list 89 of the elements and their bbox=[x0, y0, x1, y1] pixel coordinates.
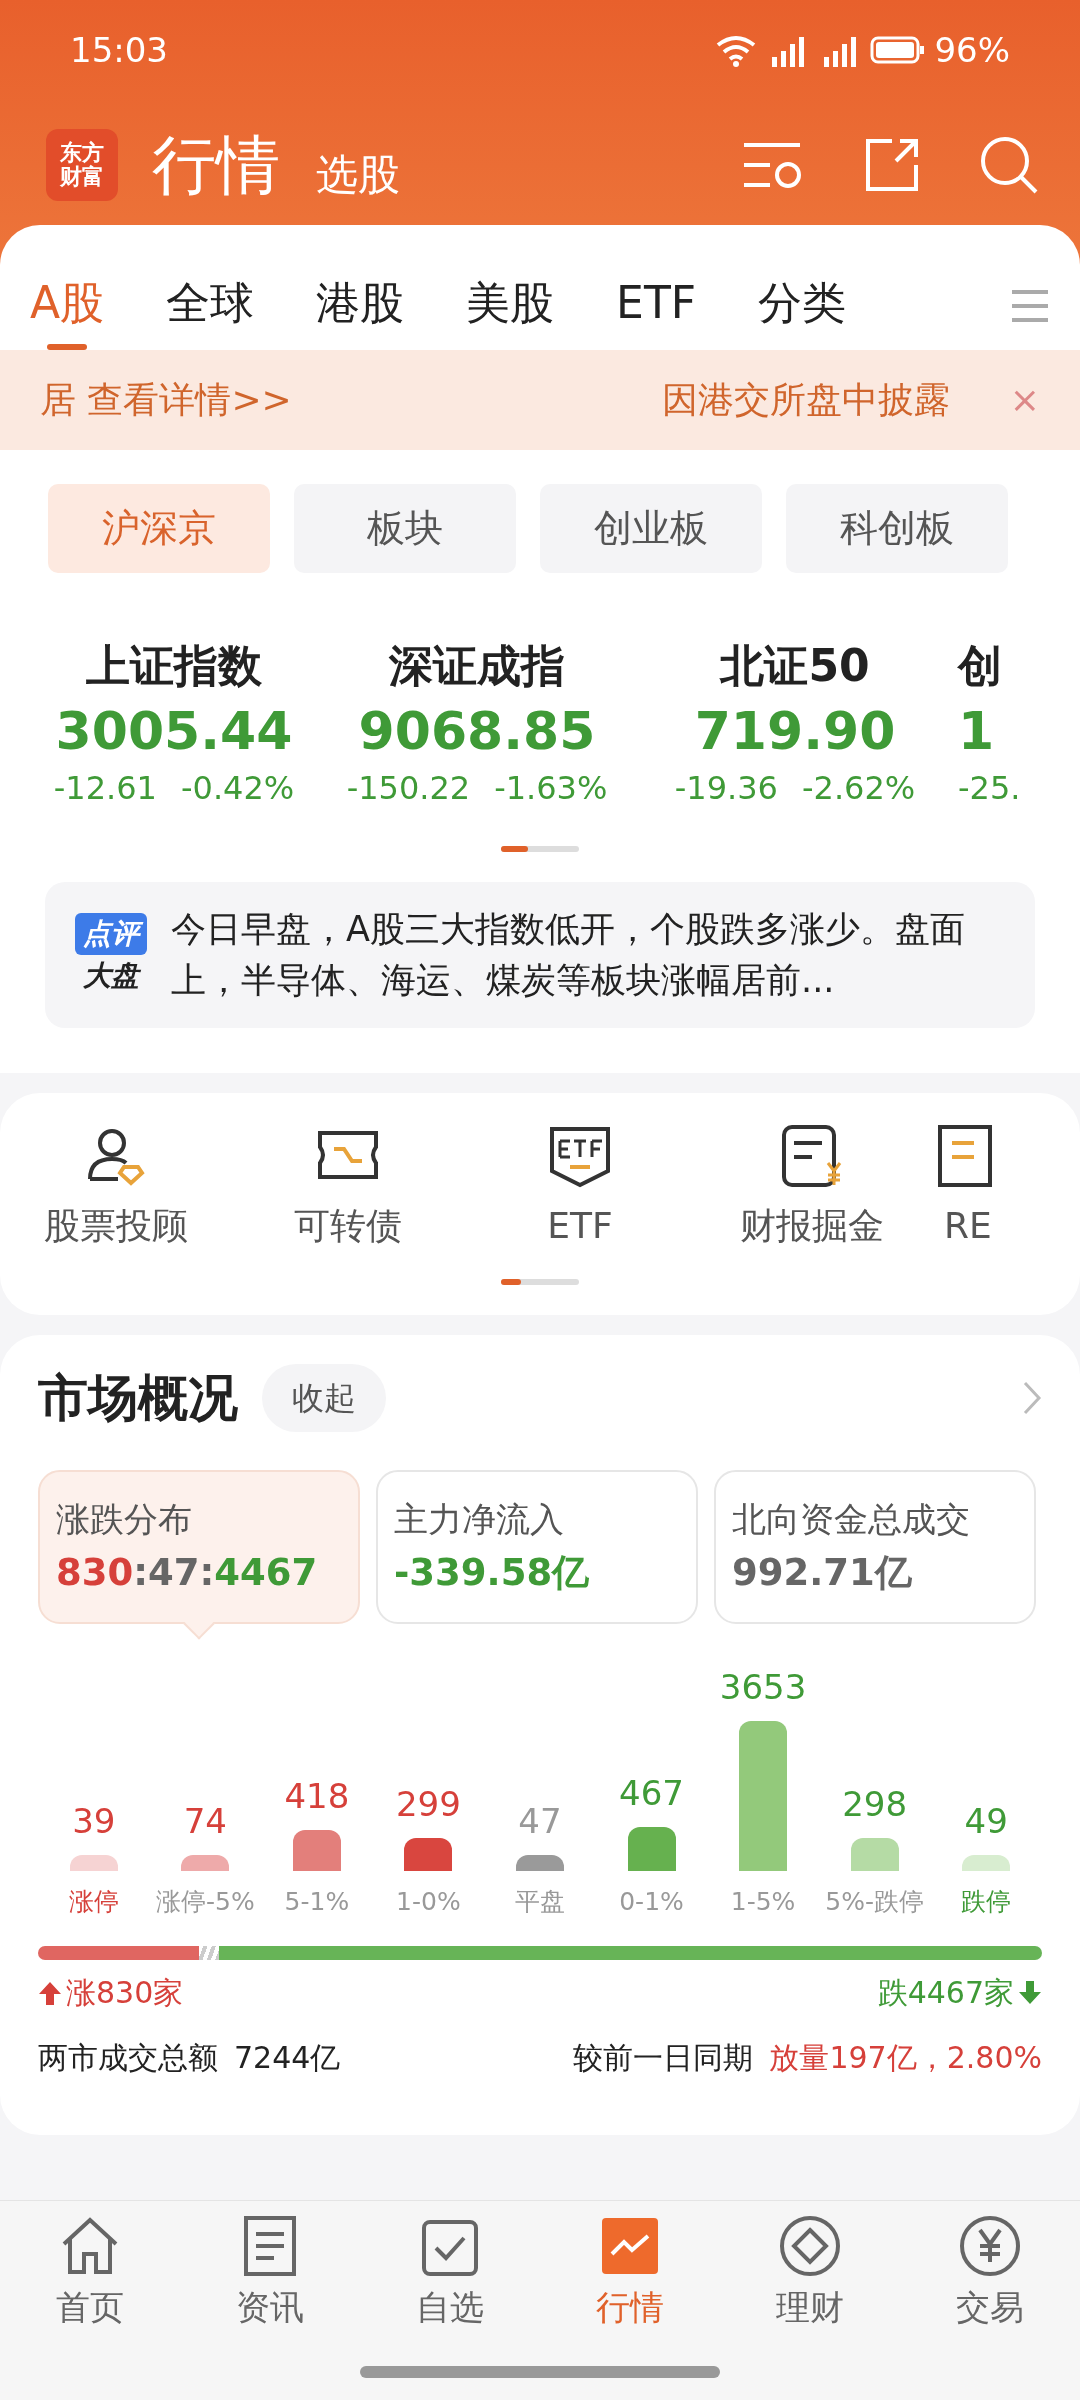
index-name: 创 bbox=[958, 639, 1003, 693]
shortcut-item[interactable]: ETF bbox=[464, 1122, 696, 1253]
stat-card[interactable]: 北向资金总成交 992.71亿 bbox=[714, 1469, 1036, 1624]
stat-value: -339.58亿 bbox=[394, 1549, 591, 1596]
chevron-right-icon[interactable] bbox=[1022, 1380, 1042, 1416]
nav-tab[interactable]: 交易 bbox=[900, 2213, 1080, 2400]
index-value: 9068.85 bbox=[357, 700, 597, 763]
index-value: 3005.44 bbox=[54, 700, 294, 763]
shortcut-item[interactable]: RE bbox=[928, 1122, 1008, 1253]
count-label: 418 bbox=[284, 1774, 350, 1818]
section-title: 市场概况 bbox=[38, 1367, 238, 1429]
range-label: 1-0% bbox=[396, 1885, 461, 1918]
market-tab[interactable]: A股 bbox=[30, 270, 105, 350]
count-label: 74 bbox=[183, 1799, 227, 1843]
comment-text: 今日早盘，A股三大指数低开，个股跌多涨少。盘面上，半导体、海运、煤炭等板块涨幅居前... bbox=[171, 908, 966, 1002]
rise-count: 涨830家 bbox=[66, 1974, 184, 2012]
turnover-label: 两市成交总额 bbox=[38, 2039, 218, 2077]
market-tab[interactable]: 美股 bbox=[466, 270, 555, 350]
nav-tab[interactable]: 首页 bbox=[0, 2213, 180, 2400]
shortcut-label: 可转债 bbox=[294, 1203, 402, 1248]
shortcut-item[interactable]: 股票投顾 bbox=[0, 1122, 232, 1253]
index-percent: -2.62% bbox=[801, 768, 916, 809]
index-percent: -1.63% bbox=[494, 768, 608, 809]
stat-label: 涨跌分布 bbox=[56, 1497, 193, 1541]
index-change: -12.61 bbox=[53, 768, 157, 809]
battery-icon bbox=[870, 35, 927, 65]
shortcut-item[interactable]: 财报掘金 bbox=[696, 1122, 928, 1253]
logo-text: 财富 bbox=[59, 165, 105, 190]
badge-text: 大盘 bbox=[83, 957, 139, 994]
count-label: 49 bbox=[964, 1799, 1008, 1843]
count-label: 47 bbox=[518, 1799, 562, 1843]
range-label: 1-5% bbox=[730, 1885, 796, 1918]
market-tab[interactable]: 港股 bbox=[316, 270, 405, 350]
yen-icon bbox=[958, 2214, 1022, 2278]
notice-text: 因港交所盘中披露 bbox=[661, 378, 950, 422]
range-label: 5-1% bbox=[284, 1885, 350, 1918]
range-label: 跌停 bbox=[961, 1885, 1012, 1918]
index-change: -150.22 bbox=[346, 768, 471, 809]
range-label: 涨停-5% bbox=[155, 1885, 255, 1918]
index-name: 深证成指 bbox=[388, 639, 566, 693]
nav-tab[interactable]: 资讯 bbox=[180, 2213, 360, 2400]
shortcut-label: ETF bbox=[547, 1203, 613, 1248]
count-label: 467 bbox=[619, 1771, 684, 1815]
search-icon[interactable] bbox=[978, 134, 1040, 196]
battery-percent: 96% bbox=[934, 28, 1010, 72]
index-change: -25. bbox=[958, 768, 1021, 809]
index-value: 719.90 bbox=[693, 700, 897, 763]
compare-label: 较前一日同期 bbox=[573, 2039, 754, 2077]
market-chip[interactable]: 板块 bbox=[294, 484, 516, 573]
count-label: 299 bbox=[395, 1782, 461, 1826]
range-label: 涨停 bbox=[68, 1885, 119, 1918]
logo-text: 东方 bbox=[59, 140, 105, 165]
shortcut-item[interactable]: 可转债 bbox=[232, 1122, 464, 1253]
nav-tab[interactable]: 理财 bbox=[720, 2213, 900, 2400]
count-label: 3653 bbox=[719, 1665, 807, 1709]
range-label: 5%-跌停 bbox=[825, 1885, 924, 1918]
shortcut-label: 股票投顾 bbox=[44, 1203, 188, 1248]
status-time: 15:03 bbox=[70, 28, 168, 72]
badge-text: 点评 bbox=[75, 912, 147, 955]
stat-card[interactable]: 主力净流入 -339.58亿 bbox=[376, 1469, 698, 1624]
stat-value: 830:47:4467 bbox=[56, 1549, 319, 1596]
stat-label: 主力净流入 bbox=[394, 1497, 565, 1541]
index-percent: -0.42% bbox=[180, 768, 295, 809]
market-tab[interactable]: ETF bbox=[616, 270, 697, 350]
index-change: -19.36 bbox=[674, 768, 778, 809]
market-tab[interactable]: 全球 bbox=[166, 270, 255, 350]
count-label: 298 bbox=[842, 1782, 908, 1826]
shortcut-label: 财报掘金 bbox=[740, 1203, 884, 1248]
collapse-button[interactable]: 收起 bbox=[262, 1364, 386, 1432]
range-label: 平盘 bbox=[514, 1885, 565, 1918]
index-value: 1 bbox=[958, 700, 996, 763]
market-chip[interactable]: 科创板 bbox=[786, 484, 1008, 573]
compare-value: 放量197亿，2.80% bbox=[769, 2039, 1042, 2077]
shortcut-label: RE bbox=[944, 1203, 992, 1248]
index-name: 上证指数 bbox=[85, 639, 263, 693]
range-label: 0-1% bbox=[619, 1885, 684, 1918]
fall-count: 跌4467家 bbox=[877, 1974, 1014, 2012]
menu-icon[interactable] bbox=[1010, 288, 1050, 324]
stat-value: 992.71亿 bbox=[732, 1549, 913, 1596]
index-name: 北证50 bbox=[718, 639, 871, 693]
nav-tab[interactable]: 自选 bbox=[360, 2213, 540, 2400]
market-tab[interactable]: 分类 bbox=[758, 270, 847, 350]
comment-card[interactable]: 点评 大盘 今日早盘，A股三大指数低开，个股跌多涨少。盘面上，半导体、海运、煤炭等板块涨幅居前... bbox=[45, 882, 1035, 1028]
turnover-value: 7244亿 bbox=[234, 2039, 341, 2077]
page-title: 行情 bbox=[152, 127, 280, 204]
stat-label: 北向资金总成交 bbox=[732, 1497, 971, 1541]
down-arrow-icon bbox=[1018, 1979, 1042, 2006]
market-chip[interactable]: 创业板 bbox=[540, 484, 762, 573]
count-label: 39 bbox=[72, 1799, 116, 1843]
